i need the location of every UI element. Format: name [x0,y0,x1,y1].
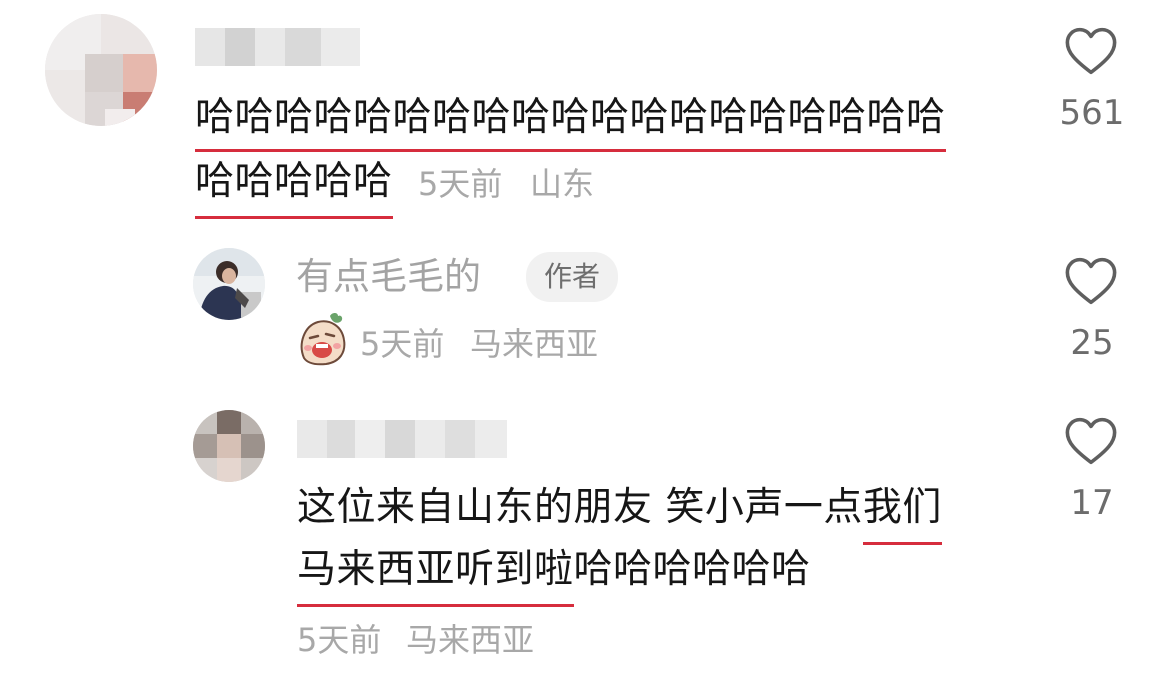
heart-outline-icon[interactable] [1064,416,1118,466]
comment-text-row: 这位来自山东的朋友 笑小声一点我们 [297,485,942,545]
avatar[interactable] [45,14,157,126]
comment-location: 马来西亚 [406,621,535,659]
username-redacted[interactable] [195,28,360,66]
username-redacted[interactable] [297,420,507,458]
comment-text-line: 哈哈哈哈哈哈哈哈哈哈哈哈哈哈哈哈哈哈哈 [195,98,946,152]
comment-time: 5天前 [360,325,445,363]
like-count: 561 [1059,93,1125,133]
author-badge: 作者 [526,252,619,302]
comment-text-segment: 哈哈哈哈哈哈 [573,547,811,592]
heart-outline-icon[interactable] [1064,26,1118,76]
comment-time: 5天前 [297,621,382,659]
comment-location: 马来西亚 [470,325,599,363]
comment-text-row: 哈哈哈哈哈 [195,159,393,219]
comment-text-segment-underlined: 我们 [862,485,942,545]
comment-text-segment: 这位来自山东的朋友 笑小声一点 [297,485,863,530]
heart-outline-icon[interactable] [1064,256,1118,306]
avatar[interactable] [193,248,265,320]
comment-text-line: 哈哈哈哈哈 [195,159,393,219]
comment-time: 5天前 [418,165,503,203]
like-count: 25 [1070,323,1114,363]
comment-location: 山东 [530,165,595,203]
username[interactable]: 有点毛毛的 [296,258,481,295]
crying-sticker-icon [300,313,346,366]
like-count: 17 [1070,483,1114,523]
avatar[interactable] [193,410,265,482]
comment-text-segment-underlined: 马来西亚听到啦 [297,547,574,607]
comment-text-row: 马来西亚听到啦哈哈哈哈哈哈 [297,547,811,607]
